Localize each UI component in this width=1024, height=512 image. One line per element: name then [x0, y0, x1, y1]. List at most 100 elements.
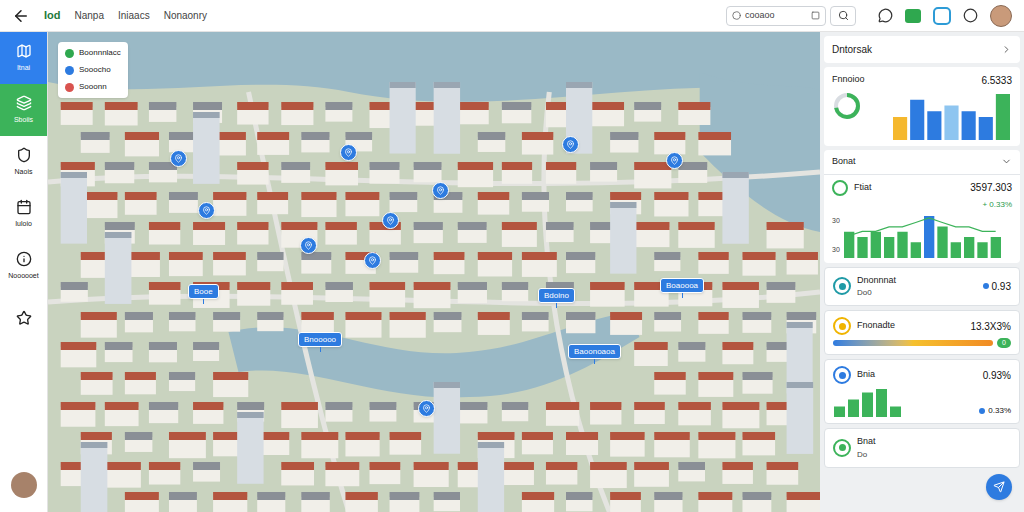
metric-card[interactable]: BnatDo	[824, 428, 1020, 468]
chart-bar	[862, 393, 873, 418]
location-icon	[732, 11, 741, 20]
sidebar-item[interactable]: Naois	[0, 136, 47, 188]
donut-chart	[832, 91, 862, 121]
chart-bar	[977, 242, 987, 258]
app: Iod Nanpa Iniaacs Nonaonry cooaoo ItnaiSboiis…	[0, 0, 1024, 512]
metric-card[interactable]: Bnia 0.93% 0.33%	[824, 359, 1020, 424]
nav-item[interactable]: Iniaacs	[118, 8, 150, 23]
metric-value: 13.3X3%	[970, 319, 1011, 334]
gradient-bar	[833, 340, 993, 346]
chat-icon[interactable]	[878, 8, 893, 23]
map-pin[interactable]	[364, 252, 381, 269]
chart-bar	[927, 111, 941, 140]
map-pin[interactable]	[666, 152, 683, 169]
map-pin[interactable]: Booe	[188, 284, 219, 304]
map-pin[interactable]	[340, 144, 357, 161]
user-avatar[interactable]	[990, 5, 1012, 27]
bar-chart	[833, 387, 903, 417]
pin-icon	[344, 148, 353, 157]
chart-bar	[996, 94, 1010, 140]
legend-icon	[65, 66, 74, 75]
nav-icon	[16, 199, 32, 215]
metric-value: 0.93%	[983, 368, 1011, 383]
pin-icon	[386, 216, 395, 225]
metric-icon	[833, 439, 851, 457]
map-pin[interactable]: Baoonoaoa	[568, 344, 621, 364]
map-pin[interactable]: Bdoino	[538, 288, 575, 308]
chart-bar	[950, 242, 960, 258]
app-icon[interactable]	[905, 9, 921, 23]
sidebar: ItnaiSboiisNaoisIuloioNoooooet	[0, 32, 48, 512]
chart-bar	[944, 106, 958, 141]
metric-change: 0.33%	[988, 405, 1011, 417]
chart-bar	[876, 389, 887, 417]
metric-icon	[833, 277, 851, 295]
nav-item[interactable]: Nanpa	[75, 8, 104, 23]
sidebar-item[interactable]: Noooooet	[0, 240, 47, 292]
action-button[interactable]	[986, 474, 1012, 500]
chevron-right-icon	[1001, 44, 1012, 55]
sidebar-item[interactable]: Itnai	[0, 32, 47, 84]
metric-name: Bnat	[857, 435, 1011, 449]
pin-icon	[174, 154, 183, 163]
metric-value: 0.93	[992, 279, 1011, 294]
chart-bar	[893, 117, 907, 140]
map-pin[interactable]	[562, 136, 579, 153]
summary-card[interactable]: Fnnoioo6.5333	[824, 67, 1020, 146]
map-pin[interactable]: Boaoooa	[660, 278, 704, 298]
legend-icon	[65, 49, 74, 58]
legend-item[interactable]: Sooonn	[65, 81, 121, 93]
metric-sub: Do0	[857, 287, 977, 299]
legend-item[interactable]: Boonnnlacc	[65, 47, 121, 59]
sidebar-item[interactable]: Sboiis	[0, 84, 47, 136]
metric-card[interactable]: Fnonadte13.3X3%0	[824, 310, 1020, 355]
pin-icon	[368, 256, 377, 265]
pin-icon	[670, 156, 679, 165]
map-pin[interactable]	[300, 237, 317, 254]
panel-header[interactable]: Dntorsak	[824, 36, 1020, 63]
section-card[interactable]: BonatFtiat3597.303+ 0.33%3030	[824, 150, 1020, 263]
search-button[interactable]	[830, 6, 856, 26]
status-badge: 0	[997, 338, 1011, 348]
nav-item[interactable]: Iod	[44, 7, 61, 24]
map-pin[interactable]	[432, 182, 449, 199]
metric-sub: Do	[857, 449, 1011, 461]
map-pin[interactable]: Bnooooo	[298, 332, 342, 352]
pin-icon	[202, 206, 211, 215]
legend-item[interactable]: Sooocho	[65, 64, 121, 76]
axis-tick: 30	[832, 245, 840, 256]
grid-icon[interactable]	[811, 11, 820, 20]
nav-icon	[16, 310, 32, 326]
nav-icon	[16, 147, 32, 163]
map-area[interactable]: Booe Bdoino Boaoooa Baoonoaoa Bnooooo Boonnnl…	[48, 32, 820, 512]
user-avatar[interactable]	[11, 472, 37, 498]
right-panel: Dntorsak Fnnoioo6.5333BonatFtiat3597.303+…	[820, 32, 1024, 512]
send-icon	[993, 481, 1005, 493]
chart-bar	[910, 242, 920, 258]
nav-item[interactable]: Nonaonry	[164, 8, 207, 23]
bar-chart	[892, 92, 1012, 140]
city-map[interactable]	[48, 32, 820, 512]
badge-icon[interactable]	[933, 7, 951, 25]
map-pin[interactable]	[198, 202, 215, 219]
status-icon[interactable]	[963, 8, 978, 23]
top-bar: Iod Nanpa Iniaacs Nonaonry cooaoo	[0, 0, 1024, 32]
map-pin[interactable]	[418, 400, 435, 417]
chart-bar	[962, 111, 976, 140]
metric-icon	[832, 180, 848, 196]
search-field[interactable]: cooaoo	[726, 6, 826, 26]
back-icon[interactable]	[12, 7, 30, 25]
chevron-down-icon	[1001, 156, 1012, 167]
chart-bar	[964, 237, 974, 258]
metric-card[interactable]: DnonnnatDo00.93	[824, 267, 1020, 307]
metric-name: Bnia	[857, 368, 977, 382]
line-chart	[843, 214, 1003, 258]
map-pin[interactable]	[382, 212, 399, 229]
sidebar-item[interactable]	[0, 292, 47, 344]
metric-icon	[833, 317, 851, 335]
nav-icon	[16, 251, 32, 267]
map-pin[interactable]	[170, 150, 187, 167]
nav-icon	[16, 43, 32, 59]
sidebar-item[interactable]: Iuloio	[0, 188, 47, 240]
chart-bar	[857, 237, 867, 258]
